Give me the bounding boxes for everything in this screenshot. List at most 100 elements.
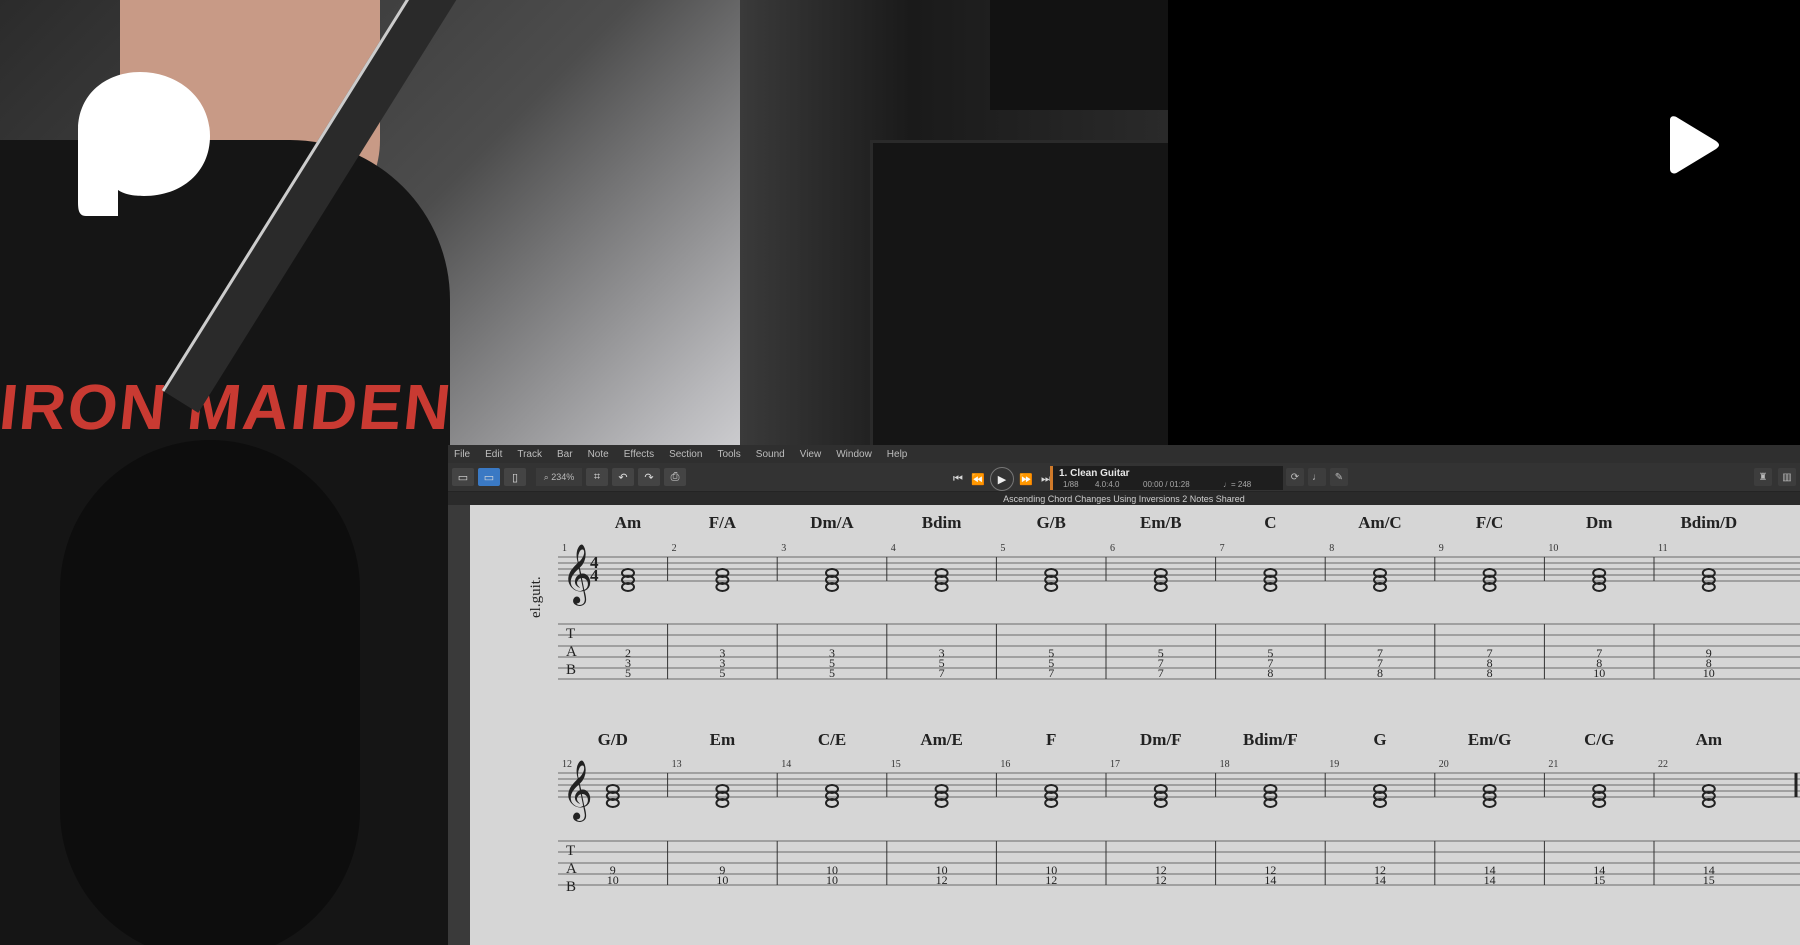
measure-number: 12 [562,759,572,770]
chord-name: Bdim [922,513,962,532]
tab-fret: 10 [607,873,619,887]
print-icon[interactable]: ⎙ [664,468,686,486]
chord-name: Bdim/F [1243,730,1298,749]
measure-number: 5 [1000,543,1005,554]
measure-number: 19 [1329,759,1339,770]
measure-number: 7 [1220,543,1225,554]
measure-number: 3 [781,543,786,554]
tab-fret: 8 [1377,666,1383,680]
menu-window[interactable]: Window [836,449,872,460]
menu-track[interactable]: Track [517,449,542,460]
chord-name: Dm/F [1140,730,1182,749]
menu-edit[interactable]: Edit [485,449,502,460]
chord-name: C/E [818,730,846,749]
tab-fret: 10 [826,873,838,887]
skip-start-icon[interactable]: ⏮ [950,470,966,488]
play-icon[interactable] [1664,116,1720,174]
measure-number: 21 [1548,759,1558,770]
measure-number: 6 [1110,543,1115,554]
undo-icon[interactable]: ↶ [612,468,634,486]
amplifier [990,0,1168,110]
zoom-select[interactable]: ⌕ 234% [536,468,582,486]
time-readout: 00:00 / 01:28 [1143,480,1190,489]
tab-letter-b-2: B [566,879,576,895]
tab-fret: 7 [1158,666,1164,680]
page-view-icon[interactable]: ▭ [478,468,500,486]
tab-fret: 14 [1264,873,1276,887]
tab-letter-b: B [566,662,576,678]
chord-name: G/D [598,730,628,749]
menu-help[interactable]: Help [887,449,908,460]
measure-number: 22 [1658,759,1668,770]
black-panel [1168,0,1800,445]
tab-fret: 7 [939,666,945,680]
chord-name: G/B [1037,513,1066,532]
score-page[interactable]: el.guit. 𝄞 4 4 T A B 𝄞 T A B 1 Am 2 3 5 … [470,505,1800,945]
measure-number: 4 [891,543,896,554]
instrument-icon[interactable]: ♜ [1754,468,1772,486]
measure-number: 11 [1658,543,1668,554]
tab-fret: 8 [1267,666,1273,680]
chord-name: Bdim/D [1680,513,1737,532]
menu-view[interactable]: View [800,449,822,460]
menu-note[interactable]: Note [588,449,609,460]
time-signature-readout: 4.0:4.0 [1095,480,1120,489]
chord-name: Am/C [1358,513,1401,532]
menu-tools[interactable]: Tools [717,449,740,460]
metronome-icon[interactable]: ♩ [1308,468,1326,486]
transport-controls: ⏮ ⏪ ▶ ⏩ ⏭ [950,467,1054,491]
panel-toggles: ♜ ▥ [1754,468,1796,486]
measure-number: 17 [1110,759,1120,770]
menu-file[interactable]: File [454,449,470,460]
tab-letter-a-2: A [566,861,577,877]
chord-name: Am [1696,730,1722,749]
fit-icon[interactable]: ⌗ [586,468,608,486]
tab-fret: 7 [1048,666,1054,680]
tab-fret: 5 [719,666,725,680]
tab-staff-1 [558,623,1800,680]
rewind-icon[interactable]: ⏪ [970,470,986,488]
redo-icon[interactable]: ↷ [638,468,660,486]
tab-fret: 15 [1703,873,1715,887]
measure-number: 9 [1439,543,1444,554]
measure-number: 16 [1000,759,1010,770]
menu-sound[interactable]: Sound [756,449,785,460]
panel-toggle-icon[interactable]: ▭ [452,468,474,486]
tab-fret: 12 [1155,873,1167,887]
measure-number: 18 [1220,759,1230,770]
menu-effects[interactable]: Effects [624,449,654,460]
screen-view-icon[interactable]: ▯ [504,468,526,486]
track-name[interactable]: 1. Clean Guitar [1059,468,1130,479]
tab-fret: 5 [625,666,631,680]
speaker-cabinet [870,140,1168,466]
measure-number: 20 [1439,759,1449,770]
track-lcd: 1. Clean Guitar 1/88 4.0:4.0 00:00 / 01:… [1050,466,1283,490]
guitar-body [60,440,360,945]
pitch-icon[interactable]: ✎ [1330,468,1348,486]
menu-section[interactable]: Section [669,449,702,460]
chord-name: Am [615,513,641,532]
measure-number: 2 [672,543,677,554]
measure-number: 1 [562,543,567,554]
loop-icon[interactable]: ⟳ [1286,468,1304,486]
measure-number: 15 [891,759,901,770]
score-svg: el.guit. 𝄞 4 4 T A B 𝄞 T A B 1Am2352F/A3… [528,513,1800,895]
chord-name: Dm/A [810,513,854,532]
measure-number: 10 [1548,543,1558,554]
chord-name: F/A [709,513,737,532]
transport-play-icon[interactable]: ▶ [990,467,1014,491]
time-sig-bottom: 4 [590,566,599,585]
main-toolbar: ▭ ▭ ▯ ⌕ 234% ⌗ ↶ ↷ ⎙ ⏮ ⏪ ▶ ⏩ ⏭ 1. Clean … [448,463,1800,492]
notation-app-window: File Edit Track Bar Note Effects Section… [448,445,1800,945]
measure-number: 14 [781,759,791,770]
menu-bar-item[interactable]: Bar [557,449,573,460]
chord-name: F/C [1476,513,1503,532]
chord-name: Dm [1586,513,1612,532]
chord-name: Am/E [920,730,963,749]
tab-fret: 10 [1593,666,1605,680]
tab-letter-t-2: T [566,843,575,859]
panel-right-icon[interactable]: ▥ [1778,468,1796,486]
shirt-print: IRON MAIDEN [0,371,457,443]
fast-forward-icon[interactable]: ⏩ [1018,470,1034,488]
menu-bar: File Edit Track Bar Note Effects Section… [448,445,1800,463]
